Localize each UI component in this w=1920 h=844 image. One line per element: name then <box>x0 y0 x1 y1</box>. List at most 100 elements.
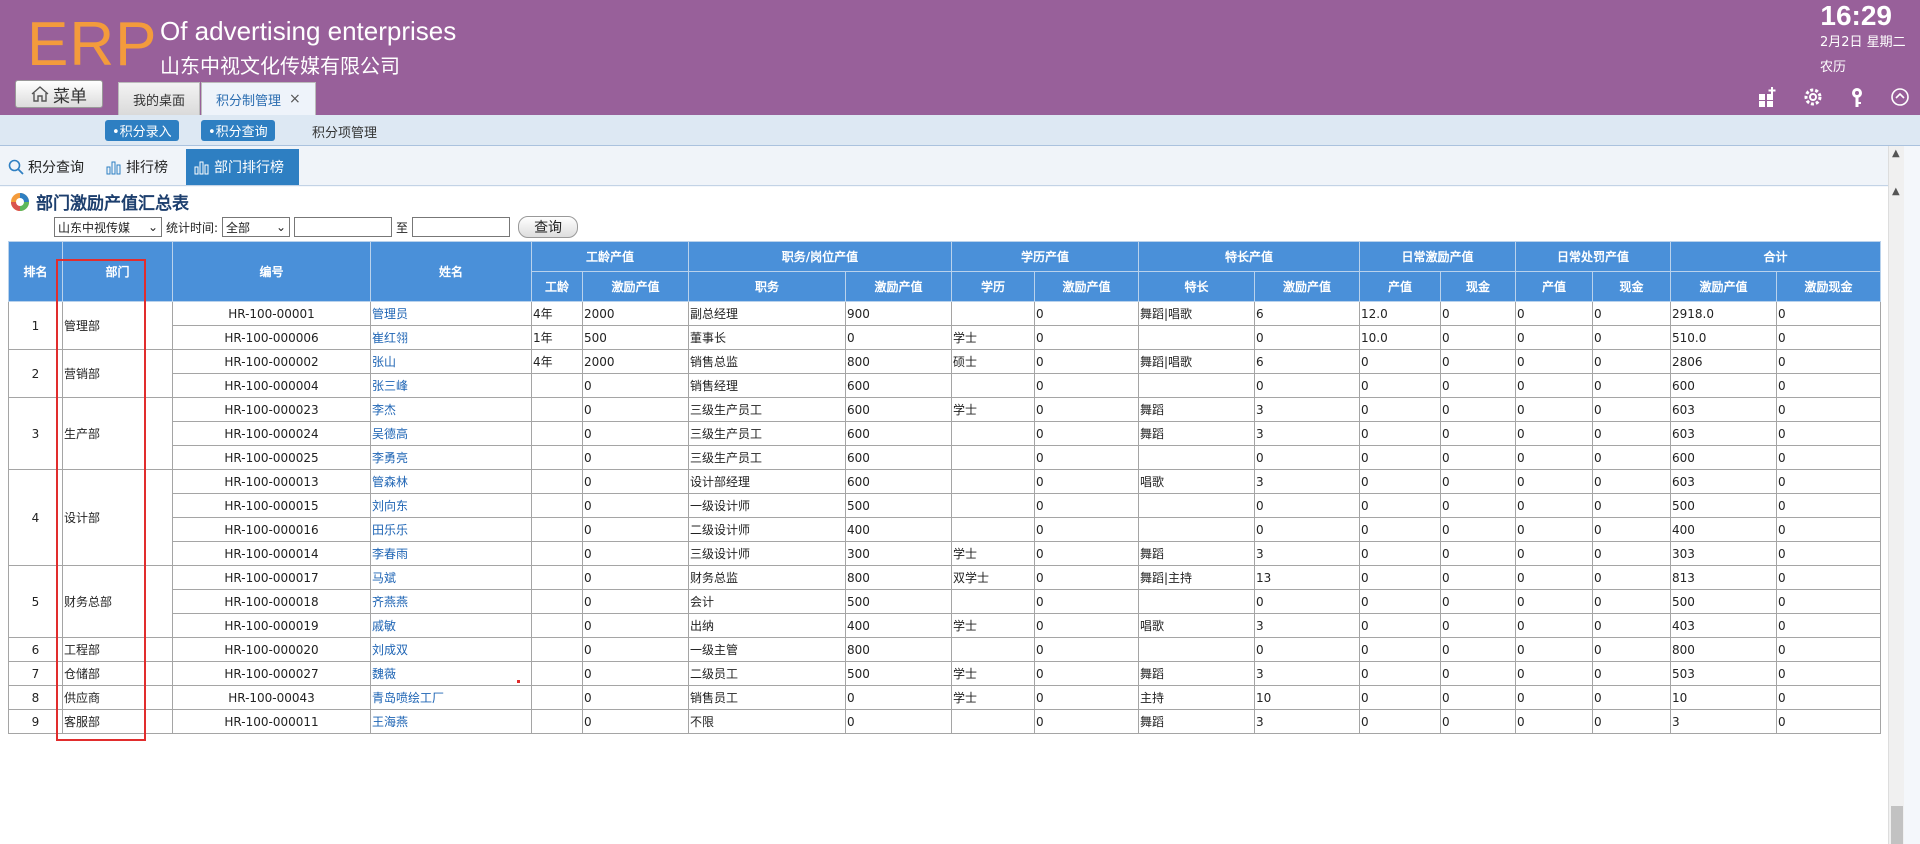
table-cell: 0 <box>1254 493 1360 518</box>
employee-name-link[interactable]: 王海燕 <box>370 709 532 734</box>
table-cell: 0 <box>1034 685 1139 710</box>
collapse-up-icon[interactable] <box>1889 86 1911 108</box>
table-cell: HR-100-000017 <box>172 565 371 590</box>
table-cell: 600 <box>845 445 952 470</box>
chevron-down-icon: ⌄ <box>147 220 158 234</box>
employee-name-link[interactable]: 刘向东 <box>370 493 532 518</box>
table-cell: 0 <box>1592 613 1671 638</box>
table-cell: 舞蹈 <box>1138 661 1255 686</box>
table-cell: 二级设计师 <box>688 517 846 542</box>
company-select[interactable]: 山东中视传媒 ⌄ <box>54 217 162 237</box>
table-cell: 0 <box>1515 373 1593 398</box>
menu-button[interactable]: 菜单 <box>15 80 103 108</box>
table-cell: 0 <box>1034 517 1139 542</box>
table-cell: 0 <box>1592 685 1671 710</box>
table-cell: 0 <box>1776 445 1881 470</box>
employee-name-link[interactable]: 齐燕燕 <box>370 589 532 614</box>
company-select-value: 山东中视传媒 <box>58 220 131 235</box>
table-cell: 0 <box>1776 613 1881 638</box>
employee-name-link[interactable]: 李杰 <box>370 397 532 422</box>
table-cell <box>531 709 583 734</box>
table-cell: 舞蹈 <box>1138 421 1255 446</box>
sub-col: 工龄 <box>531 271 583 302</box>
employee-name-link[interactable]: 管森林 <box>370 469 532 494</box>
table-cell: 6 <box>1254 349 1360 374</box>
tab-my-desktop[interactable]: 我的桌面 <box>118 82 201 115</box>
employee-name-link[interactable]: 张三峰 <box>370 373 532 398</box>
table-cell: 0 <box>1359 445 1441 470</box>
tab-ranking[interactable]: 排行榜 <box>106 149 168 185</box>
tab-points-management[interactable]: 积分制管理 × <box>201 82 316 115</box>
table-cell: 10.0 <box>1359 325 1441 350</box>
points-entry-button[interactable]: •积分录入 <box>105 120 179 141</box>
table-cell: 800 <box>845 565 952 590</box>
start-date-input[interactable] <box>294 217 393 237</box>
employee-name-link[interactable]: 张山 <box>370 349 532 374</box>
table-cell: 0 <box>845 325 952 350</box>
table-cell: 0 <box>1359 589 1441 614</box>
scroll-thumb[interactable] <box>1891 806 1903 844</box>
table-cell: 0 <box>1776 541 1881 566</box>
table-cell: 600 <box>1670 445 1777 470</box>
scroll-up-icon[interactable]: ▲ <box>1892 148 1900 159</box>
employee-name-link[interactable]: 戚敏 <box>370 613 532 638</box>
table-cell: 0 <box>582 397 689 422</box>
employee-name-link[interactable]: 吴德高 <box>370 421 532 446</box>
employee-name-link[interactable]: 田乐乐 <box>370 517 532 542</box>
table-cell: HR-100-000025 <box>172 445 371 470</box>
employee-name-link[interactable]: 李春雨 <box>370 541 532 566</box>
time-range-select[interactable]: 全部 ⌄ <box>222 217 291 237</box>
table-cell: 0 <box>1515 469 1593 494</box>
summary-table: 排名 部门 编号 姓名 工龄产值 职务/岗位产值 学历产值 特长产值 日常激励产… <box>8 241 1881 734</box>
table-cell: 0 <box>1592 493 1671 518</box>
close-icon[interactable]: × <box>289 91 301 107</box>
table-cell: HR-100-000023 <box>172 397 371 422</box>
tab-department-ranking[interactable]: 部门排行榜 <box>186 149 299 185</box>
gear-icon[interactable] <box>1802 86 1824 108</box>
employee-name-link[interactable]: 青岛喷绘工厂 <box>370 685 532 710</box>
table-cell: 0 <box>1776 517 1881 542</box>
end-date-input[interactable] <box>412 217 511 237</box>
sub-col: 职务 <box>688 271 846 302</box>
employee-name-link[interactable]: 崔红翎 <box>370 325 532 350</box>
key-icon[interactable] <box>1846 86 1868 108</box>
table-cell: 0 <box>1592 565 1671 590</box>
table-cell: HR-100-000027 <box>172 661 371 686</box>
table-cell: 13 <box>1254 565 1360 590</box>
table-cell: 0 <box>1034 565 1139 590</box>
table-cell: 0 <box>1440 613 1516 638</box>
table-cell: 唱歌 <box>1138 613 1255 638</box>
table-cell: 0 <box>1515 301 1593 326</box>
scroll-up-icon[interactable]: ▲ <box>1892 186 1900 197</box>
employee-name-link[interactable]: 李勇亮 <box>370 445 532 470</box>
sub-col: 激励产值 <box>845 271 952 302</box>
employee-name-link[interactable]: 魏薇 <box>370 661 532 686</box>
table-cell: 0 <box>1592 301 1671 326</box>
sub-col: 特长 <box>1138 271 1255 302</box>
table-cell: 2806 <box>1670 349 1777 374</box>
tab-points-query[interactable]: 积分查询 <box>8 149 84 185</box>
employee-name-link[interactable]: 马斌 <box>370 565 532 590</box>
points-items-link[interactable]: 积分项管理 <box>312 122 377 141</box>
table-cell: 900 <box>845 301 952 326</box>
table-cell: 0 <box>1440 709 1516 734</box>
table-row: HR-100-000006 崔红翎 1年 500 董事长 0 学士 0 0 10.0 0 0 0 510.… <box>9 325 1881 350</box>
table-cell: 0 <box>1440 373 1516 398</box>
sub-col: 产值 <box>1359 271 1441 302</box>
table-cell <box>951 709 1035 734</box>
sub-col: 激励产值 <box>1254 271 1360 302</box>
table-cell: 一级主管 <box>688 637 846 662</box>
table-cell: 舞蹈|主持 <box>1138 565 1255 590</box>
query-button[interactable]: 查询 <box>518 216 579 238</box>
table-cell: 财务总监 <box>688 565 846 590</box>
table-cell: 0 <box>582 565 689 590</box>
table-cell <box>951 373 1035 398</box>
employee-name-link[interactable]: 管理员 <box>370 301 532 326</box>
points-query-button[interactable]: •积分查询 <box>201 120 275 141</box>
add-widget-icon[interactable] <box>1757 86 1779 108</box>
employee-name-link[interactable]: 刘成双 <box>370 637 532 662</box>
table-cell: 813 <box>1670 565 1777 590</box>
vertical-scrollbar[interactable]: ▲ ▲ <box>1888 146 1904 844</box>
table-cell: 0 <box>1440 541 1516 566</box>
table-cell: 0 <box>1592 421 1671 446</box>
